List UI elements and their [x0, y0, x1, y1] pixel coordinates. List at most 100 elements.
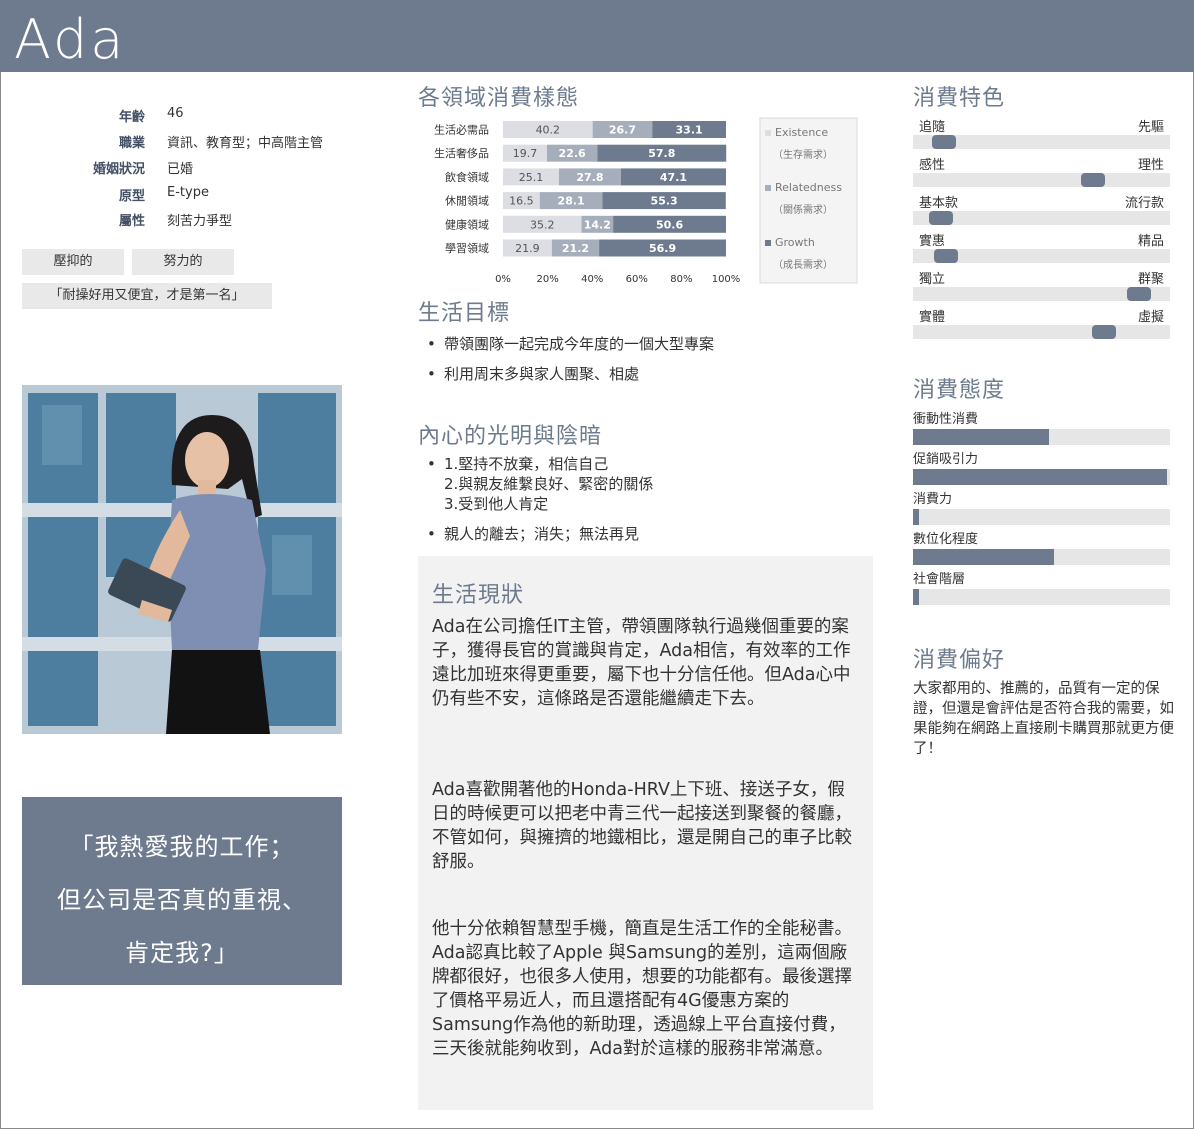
info-value: E-type [167, 185, 209, 200]
info-label: 職業 [118, 136, 145, 151]
trait-right-label: 理性 [1137, 158, 1164, 173]
trait-row: 實體 虛擬 [913, 306, 1170, 342]
trait-row: 感性 理性 [913, 154, 1170, 190]
attitude-bar-fill [913, 549, 1054, 565]
legend-swatch [765, 185, 771, 191]
trait-right-label: 虛擬 [1137, 310, 1164, 325]
preference-text: 大家都用的、推薦的，品質有一定的保證，但還是會評估是否符合我的需要，如果能夠在網… [913, 681, 1174, 757]
info-value: 資訊、教育型；中高階主管 [167, 136, 324, 151]
info-value: 46 [167, 106, 184, 121]
legend-label: Relatedness [775, 181, 842, 194]
section-title-preference: 消費偏好 [913, 648, 1006, 673]
attitude-bar-fill [913, 509, 919, 525]
info-label: 年齡 [118, 110, 145, 125]
data-label: 14.2 [584, 218, 611, 231]
list-item: 帶領團隊一起完成今年度的一個大型專案 [420, 329, 714, 359]
category-label: 健康領域 [445, 217, 489, 231]
persona-quote: 「我熱愛我的工作； 但公司是否真的重視、 肯定我?」 [22, 797, 342, 985]
trait-slider-knob [934, 249, 958, 263]
attitude-bar-fill [913, 589, 919, 605]
legend-swatch [765, 130, 771, 136]
trait-slider-track [913, 249, 1170, 263]
section-title-life-status: 生活現狀 [432, 583, 525, 608]
light-item: 3.受到他人肯定 [444, 495, 549, 513]
data-label: 50.6 [656, 218, 683, 231]
section-title-life-goals: 生活目標 [418, 301, 511, 326]
data-label: 56.9 [649, 242, 676, 255]
status-paragraph: Ada喜歡開著他的Honda-HRV上下班、接送子女，假日的時候更可以把老中青三… [432, 780, 852, 872]
category-label: 生活奢侈品 [434, 146, 489, 160]
tag-hardworking: 努力的 [132, 249, 234, 275]
attitude-bar-fill [913, 429, 1049, 445]
attitude-bar-track [913, 549, 1170, 565]
legend-label: Growth [775, 236, 815, 249]
attitude-label: 消費力 [913, 492, 953, 507]
persona-photo [22, 385, 342, 734]
life-goals-list: 帶領團隊一起完成今年度的一個大型專案 利用周末多與家人團聚、相處 [420, 329, 714, 389]
trait-right-label: 群聚 [1137, 272, 1164, 287]
tag-repressed: 壓抑的 [22, 249, 124, 275]
data-label: 22.6 [559, 147, 586, 160]
trait-row: 實惠 精品 [913, 230, 1170, 266]
data-label: 21.9 [515, 242, 540, 255]
info-label: 婚姻狀況 [92, 162, 145, 177]
trait-row: 追隨 先驅 [913, 116, 1170, 152]
trait-slider-track [913, 325, 1170, 339]
trait-slider-track [913, 173, 1170, 187]
x-tick-label: 100% [712, 274, 741, 285]
data-label: 26.7 [609, 124, 636, 137]
consumption-chart: 生活必需品 40.2 26.7 33.1 生活奢侈品 19.7 22.6 57.8 飲食領域 25… [434, 117, 858, 285]
category-label: 飲食領域 [445, 170, 489, 184]
light-item: 1.堅持不放棄，相信自己 [444, 455, 609, 473]
attitude-bar-fill [913, 469, 1167, 485]
x-tick-label: 80% [670, 274, 692, 285]
legend-sublabel: （關係需求） [773, 204, 833, 216]
attitude-bar-track [913, 589, 1170, 605]
status-paragraph: 他十分依賴智慧型手機，簡直是生活工作的全能秘書。Ada認真比較了Apple 與S… [432, 919, 852, 1059]
attitude-label: 社會階層 [913, 572, 966, 587]
x-tick-label: 60% [626, 274, 648, 285]
trait-slider-track [913, 287, 1170, 301]
trait-left-label: 追隨 [919, 120, 946, 135]
section-title-traits: 消費特色 [913, 86, 1006, 111]
legend-swatch [765, 240, 771, 246]
trait-slider-knob [929, 211, 953, 225]
info-value: 刻苦力爭型 [167, 214, 233, 229]
attitude-label: 促銷吸引力 [913, 452, 979, 467]
life-status-panel: 生活現狀 Ada在公司擔任IT主管，帶領團隊執行過幾個重要的案子，獲得長官的賞識… [418, 556, 873, 1110]
data-label: 40.2 [536, 124, 561, 137]
legend-sublabel: （成長需求） [773, 259, 833, 271]
info-value: 已婚 [167, 162, 194, 177]
trait-right-label: 先驅 [1137, 120, 1164, 135]
status-paragraph: Ada在公司擔任IT主管，帶領團隊執行過幾個重要的案子，獲得長官的賞識與肯定，A… [432, 617, 851, 709]
x-tick-label: 40% [581, 274, 603, 285]
attitude-bar-track [913, 429, 1170, 445]
data-label: 57.8 [648, 147, 675, 160]
section-title-light-dark: 內心的光明與陰暗 [418, 424, 603, 449]
trait-left-label: 基本款 [919, 196, 959, 211]
trait-left-label: 實體 [919, 310, 946, 325]
attitude-bar-track [913, 469, 1170, 485]
legend-label: Existence [775, 126, 828, 139]
info-label: 屬性 [118, 214, 145, 229]
data-label: 21.2 [562, 242, 589, 255]
trait-slider-knob [1092, 325, 1116, 339]
data-label: 28.1 [558, 195, 585, 208]
attitude-bar-track [913, 509, 1170, 525]
trait-slider-knob [1127, 287, 1151, 301]
legend-sublabel: （生存需求） [773, 148, 833, 161]
light-item: 2.與親友維繫良好、緊密的關係 [444, 475, 654, 493]
category-label: 學習領域 [445, 241, 489, 255]
data-label: 16.5 [509, 195, 534, 208]
trait-left-label: 感性 [919, 158, 946, 173]
trait-left-label: 實惠 [919, 234, 946, 249]
attitude-label: 數位化程度 [913, 532, 979, 547]
trait-slider-track [913, 211, 1170, 225]
data-label: 27.8 [576, 171, 603, 184]
list-item: 利用周末多與家人團聚、相處 [420, 359, 714, 389]
trait-row: 基本款 流行款 [913, 192, 1170, 228]
header-bar: Ada [0, 0, 1194, 72]
category-label: 生活必需品 [434, 123, 489, 137]
trait-right-label: 精品 [1137, 234, 1164, 249]
x-tick-label: 0% [495, 274, 511, 285]
